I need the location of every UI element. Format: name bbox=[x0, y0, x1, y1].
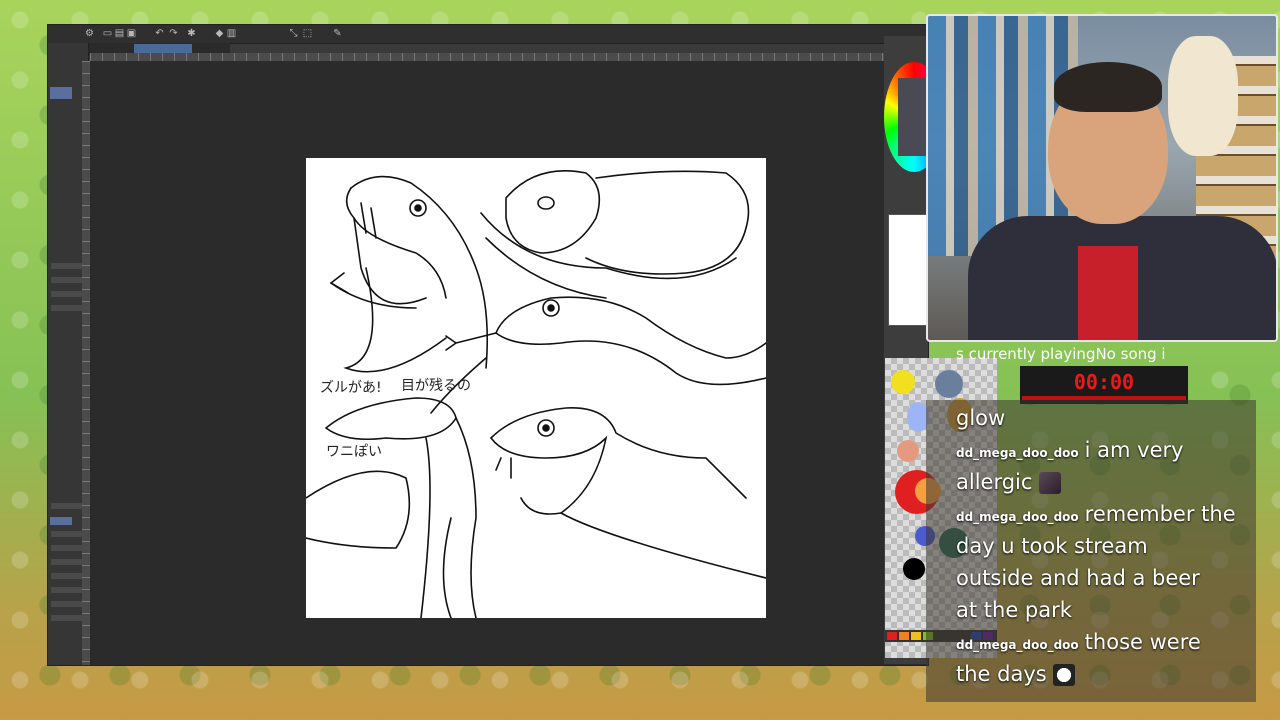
caption-left: ズルがあ! bbox=[320, 380, 382, 396]
red-chip[interactable] bbox=[887, 632, 897, 640]
navigator-thumbnail[interactable] bbox=[888, 214, 930, 326]
chat-text: day u took stream bbox=[956, 534, 1148, 558]
tool-property-row[interactable] bbox=[51, 305, 83, 311]
chat-text: remember the bbox=[1084, 502, 1236, 526]
chat-username[interactable]: dd_mega_doo_doo bbox=[956, 638, 1079, 652]
select-icon[interactable]: ⬚ bbox=[302, 28, 313, 39]
edit-icon[interactable]: ✎ bbox=[332, 28, 343, 39]
person-shirt bbox=[1078, 246, 1138, 340]
chat-message: dd_mega_doo_doo those were bbox=[956, 626, 1246, 661]
sub-tool-row[interactable] bbox=[51, 587, 83, 593]
fill-icon[interactable]: ◆ bbox=[214, 28, 225, 39]
peach-swatch[interactable] bbox=[897, 440, 919, 462]
snake-sketch: ズルがあ! 目が残るの ワニぽい bbox=[306, 170, 766, 618]
sunglasses-emote-icon bbox=[1053, 664, 1076, 686]
chat-message: the days bbox=[956, 658, 1246, 690]
sub-tool-row[interactable] bbox=[51, 615, 83, 621]
sub-tool-row[interactable] bbox=[51, 503, 83, 509]
chat-text: outside and had a beer bbox=[956, 566, 1200, 590]
face-emote-icon bbox=[1039, 472, 1062, 494]
chat-message: dd_mega_doo_doo i am very bbox=[956, 434, 1246, 469]
webcam-feed bbox=[926, 14, 1278, 342]
chat-text: those were bbox=[1084, 630, 1201, 654]
yellow-swatch[interactable] bbox=[891, 370, 915, 394]
settings-icon[interactable]: ⚙ bbox=[84, 28, 95, 39]
chat-panel: glow dd_mega_doo_doo i am very allergic d… bbox=[926, 400, 1256, 702]
horizontal-ruler bbox=[90, 53, 926, 61]
chat-text: i am very bbox=[1084, 438, 1184, 462]
open-file-icon[interactable]: ▤ bbox=[114, 28, 125, 39]
new-file-icon[interactable]: ▭ bbox=[102, 28, 113, 39]
chat-text: at the park bbox=[956, 598, 1072, 622]
transform-icon[interactable]: ⤡ bbox=[288, 28, 299, 39]
chat-username[interactable]: dd_mega_doo_doo bbox=[956, 446, 1079, 460]
chat-text: allergic bbox=[956, 470, 1033, 494]
timer-readout: 00:00 bbox=[1073, 370, 1135, 394]
black-swatch[interactable] bbox=[903, 558, 925, 580]
sub-tool-row[interactable] bbox=[51, 559, 83, 565]
chat-message: day u took stream bbox=[956, 530, 1246, 562]
chat-username[interactable]: dd_mega_doo_doo bbox=[956, 510, 1079, 524]
chat-message: allergic bbox=[956, 466, 1246, 498]
slate-swatch[interactable] bbox=[935, 370, 963, 398]
sub-tool-row[interactable] bbox=[51, 573, 83, 579]
orange-chip[interactable] bbox=[899, 632, 909, 640]
brush-icon[interactable]: ✱ bbox=[186, 28, 197, 39]
selected-sub-tool[interactable] bbox=[50, 517, 72, 525]
save-icon[interactable]: ▣ bbox=[126, 28, 137, 39]
now-playing-ticker: s currently playingNo song i bbox=[956, 345, 1166, 363]
drawing-canvas[interactable]: ズルがあ! 目が残るの ワニぽい bbox=[306, 158, 766, 618]
chat-message: outside and had a beer bbox=[956, 562, 1246, 594]
undo-icon[interactable]: ↶ bbox=[154, 28, 165, 39]
command-bar: ⚙ ▭ ▤ ▣ ↶ ↷ ✱ ◆ ▥ ⤡ ⬚ ✎ bbox=[48, 25, 928, 44]
redo-icon[interactable]: ↷ bbox=[168, 28, 179, 39]
caption-small: ワニぽい bbox=[326, 444, 382, 460]
yellow-chip[interactable] bbox=[911, 632, 921, 640]
sub-tool-row[interactable] bbox=[51, 531, 83, 537]
tool-property-row[interactable] bbox=[51, 263, 83, 269]
chat-message: glow bbox=[956, 402, 1246, 434]
timer-widget: 00:00 bbox=[1020, 366, 1188, 404]
chat-message: at the park bbox=[956, 594, 1246, 626]
tool-property-row[interactable] bbox=[51, 277, 83, 283]
chat-message: dd_mega_doo_doo remember the bbox=[956, 498, 1246, 533]
layer-icon[interactable]: ▥ bbox=[226, 28, 237, 39]
vertical-ruler bbox=[82, 61, 90, 665]
active-tool-swatch[interactable] bbox=[50, 87, 72, 99]
person-hair bbox=[1054, 62, 1162, 112]
chat-text: the days bbox=[956, 662, 1047, 686]
sub-tool-row[interactable] bbox=[51, 601, 83, 607]
caption-mid: 目が残るの bbox=[401, 378, 471, 394]
plush-toy bbox=[1168, 36, 1238, 156]
chat-text: glow bbox=[956, 406, 1006, 430]
sub-tool-row[interactable] bbox=[51, 545, 83, 551]
tool-property-row[interactable] bbox=[51, 291, 83, 297]
